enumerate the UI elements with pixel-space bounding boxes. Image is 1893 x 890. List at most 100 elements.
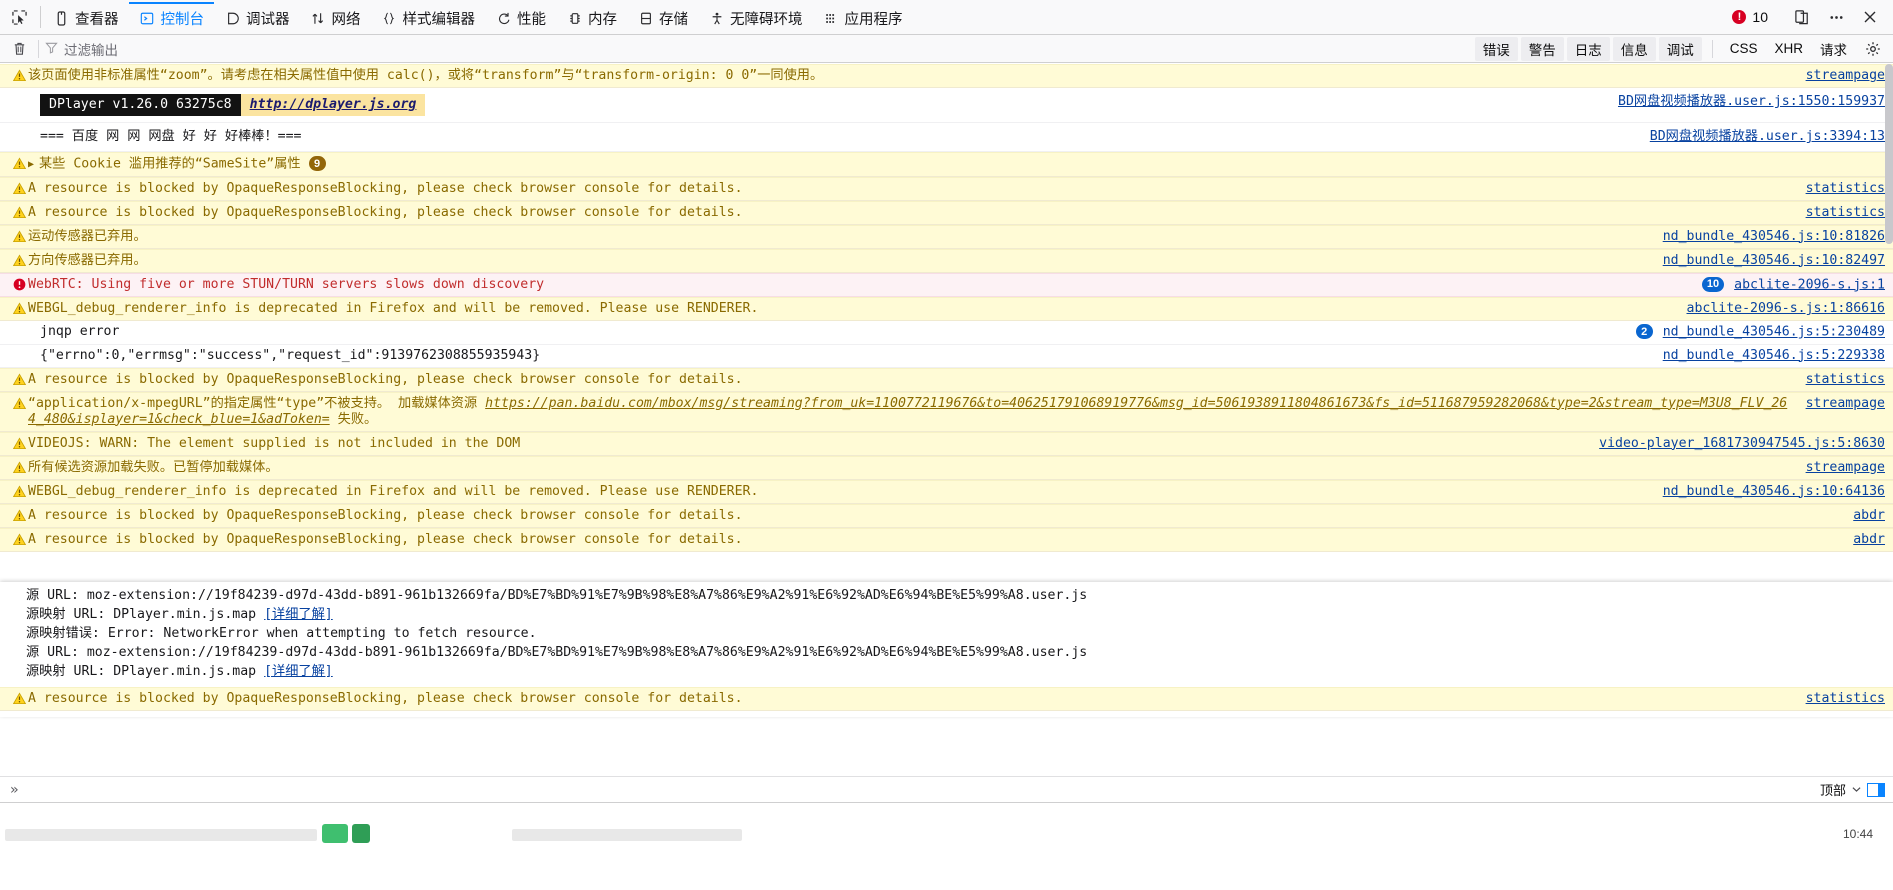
console-scrollbar-thumb[interactable] [1885, 64, 1893, 244]
source-link-text[interactable]: nd_bundle_430546.js:5:229338 [1663, 348, 1885, 363]
source-link-text[interactable]: BD网盘视频播放器.user.js:1550:159937 [1618, 94, 1885, 109]
dplayer-site-link[interactable]: http://dplayer.js.org [240, 94, 426, 116]
console-message: A resource is blocked by OpaqueResponseB… [28, 180, 743, 196]
filter-requests-button[interactable]: 请求 [1813, 39, 1854, 59]
console-source-link[interactable]: statistics [1796, 205, 1885, 221]
console-source-link[interactable]: abclite-2096-s.js:1:86616 [1677, 301, 1886, 317]
filter-logs-button[interactable]: 日志 [1566, 36, 1610, 61]
console-source-link[interactable]: nd_bundle_430546.js:10:81826 [1653, 229, 1885, 245]
tab-storage[interactable]: 存储 [627, 0, 698, 34]
responsive-design-mode-icon[interactable] [1785, 0, 1819, 34]
console-row-dplayer[interactable]: DPlayer v1.26.0 63275c8 http://dplayer.js… [0, 88, 1893, 123]
learn-more-link[interactable]: [详细了解] [264, 607, 333, 622]
trash-icon[interactable] [6, 38, 32, 60]
console-source-link[interactable]: statistics [1796, 181, 1885, 197]
console-source-link[interactable]: streampage [1796, 68, 1885, 84]
console-row-warning[interactable]: 所有候选资源加载失败。已暂停加载媒体。 streampage [0, 455, 1893, 480]
tab-performance[interactable]: 性能 [485, 0, 556, 34]
console-row-warning-group[interactable]: ▶ 某些 Cookie 滥用推荐的“SameSite”属性 9 [0, 152, 1893, 177]
source-link-text[interactable]: nd_bundle_430546.js:10:64136 [1663, 484, 1885, 499]
filter-debug-button[interactable]: 调试 [1658, 36, 1702, 61]
console-row-warning[interactable]: A resource is blocked by OpaqueResponseB… [0, 176, 1893, 201]
tab-memory[interactable]: 内存 [556, 0, 627, 34]
element-picker-icon[interactable] [0, 0, 38, 34]
search-input-placeholder: 过滤输出 [64, 42, 118, 58]
source-link-text[interactable]: statistics [1806, 181, 1885, 196]
console-row-warning[interactable]: 该页面使用非标准属性“zoom”。请考虑在相关属性值中使用 calc()，或将“… [0, 64, 1893, 88]
warning-icon [10, 460, 28, 474]
source-link-text[interactable]: video-player_1681730947545.js:5:8630 [1599, 436, 1885, 451]
source-link-text[interactable]: nd_bundle_430546.js:10:82497 [1663, 253, 1885, 268]
console-source-link[interactable]: 10 abclite-2096-s.js:1 [1692, 276, 1885, 294]
split-console-icon[interactable] [1867, 782, 1885, 797]
console-source-link[interactable]: abdr [1843, 532, 1885, 548]
source-link-text[interactable]: streampage [1806, 68, 1885, 83]
filter-xhr-button[interactable]: XHR [1767, 41, 1810, 56]
console-source-link[interactable]: nd_bundle_430546.js:10:82497 [1653, 253, 1885, 269]
more-options-icon[interactable] [1819, 0, 1853, 34]
console-row-warning[interactable]: WEBGL_debug_renderer_info is deprecated … [0, 479, 1893, 504]
console-row-warning[interactable]: 运动传感器已弃用。 nd_bundle_430546.js:10:81826 [0, 224, 1893, 249]
tab-inspector[interactable]: 查看器 [43, 0, 129, 34]
console-source-link[interactable]: BD网盘视频播放器.user.js:3394:13 [1640, 129, 1885, 145]
console-row-warning[interactable]: A resource is blocked by OpaqueResponseB… [0, 687, 1893, 711]
filter-css-button[interactable]: CSS [1723, 41, 1765, 56]
source-link-text[interactable]: abclite-2096-s.js:1:86616 [1687, 301, 1886, 316]
tab-console[interactable]: 控制台 [128, 0, 215, 34]
tab-network[interactable]: 网络 [300, 0, 371, 34]
expand-twisty-icon[interactable]: ▶ [28, 157, 37, 173]
console-source-link[interactable]: nd_bundle_430546.js:5:229338 [1653, 348, 1885, 364]
source-link-text[interactable]: abdr [1853, 532, 1885, 547]
console-row-warning-media[interactable]: “application/x-mpegURL”的指定属性“type”不被支持。 … [0, 391, 1893, 432]
console-icon [139, 10, 156, 27]
error-count-indicator[interactable]: ! 10 [1720, 9, 1780, 25]
performance-icon [495, 10, 512, 27]
gear-icon[interactable] [1861, 38, 1885, 60]
source-link-text[interactable]: streampage [1806, 460, 1885, 475]
chevron-down-icon[interactable] [1852, 782, 1861, 797]
tab-style-editor[interactable]: 样式编辑器 [371, 0, 486, 34]
console-row-log[interactable]: === 百度 网 网 网盘 好 好 好棒棒！=== BD网盘视频播放器.user… [0, 123, 1893, 152]
console-row-warning[interactable]: A resource is blocked by OpaqueResponseB… [0, 503, 1893, 528]
search-input[interactable]: 过滤输出 [45, 39, 225, 59]
console-source-link[interactable]: statistics [1796, 372, 1885, 388]
console-row-warning[interactable]: A resource is blocked by OpaqueResponseB… [0, 527, 1893, 552]
tab-application[interactable]: 应用程序 [813, 0, 913, 34]
tab-debugger[interactable]: 调试器 [214, 0, 300, 34]
close-icon[interactable] [1853, 0, 1887, 34]
source-link-text[interactable]: statistics [1806, 205, 1885, 220]
console-row-log[interactable]: {"errno":0,"errmsg":"success","request_i… [0, 344, 1893, 368]
console-row-warning[interactable]: WEBGL_debug_renderer_info is deprecated … [0, 297, 1893, 321]
console-row-warning[interactable]: VIDEOJS: WARN: The element supplied is n… [0, 431, 1893, 456]
filter-info-button[interactable]: 信息 [1612, 36, 1656, 61]
console-row-warning[interactable]: 方向传感器已弃用。 nd_bundle_430546.js:10:82497 [0, 248, 1893, 273]
console-source-link[interactable]: video-player_1681730947545.js:5:8630 [1589, 436, 1885, 452]
console-row-warning[interactable]: A resource is blocked by OpaqueResponseB… [0, 200, 1893, 225]
learn-more-link[interactable]: [详细了解] [264, 664, 333, 679]
source-link-text[interactable]: BD网盘视频播放器.user.js:3394:13 [1650, 129, 1885, 144]
console-row-log[interactable]: jnqp error 2 nd_bundle_430546.js:5:230489 [0, 321, 1893, 345]
filter-errors-button[interactable]: 错误 [1474, 36, 1518, 61]
log-spacer [10, 348, 28, 349]
console-source-link[interactable]: streampage [1796, 396, 1885, 412]
evaluation-context-selector[interactable]: 顶部 [1820, 780, 1846, 799]
console-source-link[interactable]: streampage [1796, 460, 1885, 476]
console-source-link[interactable]: nd_bundle_430546.js:10:64136 [1653, 484, 1885, 500]
filter-warnings-button[interactable]: 警告 [1520, 36, 1564, 61]
source-link-text[interactable]: abdr [1853, 508, 1885, 523]
console-row-error[interactable]: WebRTC: Using five or more STUN/TURN ser… [0, 272, 1893, 297]
tab-accessibility[interactable]: 无障碍环境 [698, 0, 813, 34]
console-prompt[interactable]: » 顶部 [0, 776, 1893, 802]
console-row-warning[interactable]: A resource is blocked by OpaqueResponseB… [0, 367, 1893, 392]
console-output[interactable]: 该页面使用非标准属性“zoom”。请考虑在相关属性值中使用 calc()，或将“… [0, 64, 1893, 776]
source-link-text[interactable]: statistics [1806, 372, 1885, 387]
source-link-text[interactable]: abclite-2096-s.js:1 [1734, 277, 1885, 292]
console-source-link[interactable]: statistics [1796, 691, 1885, 707]
source-link-text[interactable]: nd_bundle_430546.js:10:81826 [1663, 229, 1885, 244]
console-source-link[interactable]: abdr [1843, 508, 1885, 524]
source-link-text[interactable]: nd_bundle_430546.js:5:230489 [1663, 325, 1885, 340]
console-source-link[interactable]: BD网盘视频播放器.user.js:1550:159937 [1608, 94, 1885, 110]
console-source-link[interactable]: 2 nd_bundle_430546.js:5:230489 [1626, 324, 1885, 341]
source-link-text[interactable]: streampage [1806, 396, 1885, 411]
source-link-text[interactable]: statistics [1806, 691, 1885, 706]
